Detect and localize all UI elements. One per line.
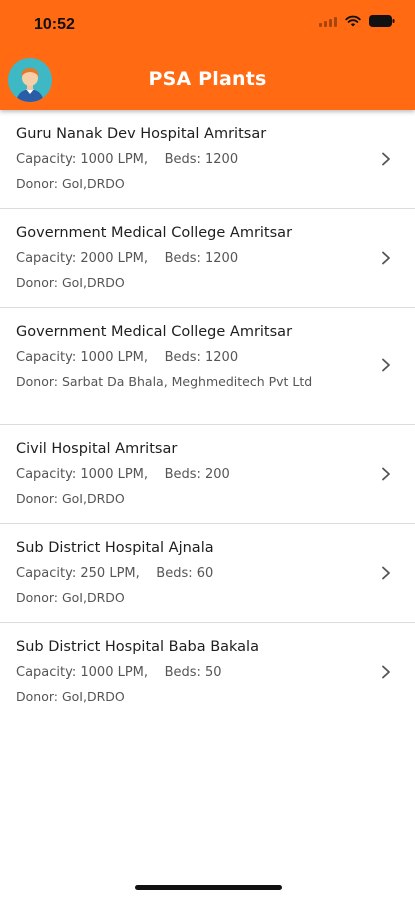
plant-capacity: Capacity: 1000 LPM,	[16, 350, 149, 365]
status-icons	[319, 15, 395, 27]
plant-details: Capacity: 2000 LPM, Beds: 1200	[16, 250, 375, 267]
plant-details: Capacity: 1000 LPM, Beds: 1200	[16, 349, 375, 366]
status-time: 10:52	[34, 16, 75, 33]
plant-details: Capacity: 1000 LPM, Beds: 50	[16, 664, 375, 681]
plant-details: Capacity: 1000 LPM, Beds: 200	[16, 466, 375, 483]
plant-beds: Beds: 50	[164, 665, 222, 680]
plant-capacity: Capacity: 2000 LPM,	[16, 251, 149, 266]
plant-donor: Donor: GoI,DRDO	[16, 176, 125, 191]
battery-icon	[369, 15, 395, 27]
plant-beds: Beds: 60	[156, 566, 214, 581]
plant-details: Capacity: 250 LPM, Beds: 60	[16, 565, 375, 582]
chevron-right-icon	[382, 665, 390, 679]
list-item[interactable]: Sub District Hospital Ajnala Capacity: 2…	[0, 524, 415, 623]
plant-capacity: Capacity: 1000 LPM,	[16, 665, 149, 680]
plant-list: Guru Nanak Dev Hospital Amritsar Capacit…	[0, 110, 415, 722]
list-item[interactable]: Civil Hospital Amritsar Capacity: 1000 L…	[0, 425, 415, 524]
plant-name: Guru Nanak Dev Hospital Amritsar	[16, 126, 267, 142]
plant-capacity: Capacity: 250 LPM,	[16, 566, 140, 581]
plant-capacity: Capacity: 1000 LPM,	[16, 152, 149, 167]
plant-donor: Donor: GoI,DRDO	[16, 590, 125, 605]
home-indicator[interactable]	[135, 885, 282, 890]
plant-beds: Beds: 200	[164, 467, 230, 482]
plant-name: Sub District Hospital Baba Bakala	[16, 639, 259, 655]
list-item[interactable]: Government Medical College Amritsar Capa…	[0, 209, 415, 308]
chevron-right-icon	[382, 467, 390, 481]
wifi-icon	[345, 15, 361, 27]
list-item[interactable]: Guru Nanak Dev Hospital Amritsar Capacit…	[0, 110, 415, 209]
plant-donor: Donor: Sarbat Da Bhala, Meghmeditech Pvt…	[16, 374, 313, 389]
plant-name: Government Medical College Amritsar	[16, 324, 293, 340]
plant-donor: Donor: GoI,DRDO	[16, 689, 125, 704]
plant-details: Capacity: 1000 LPM, Beds: 1200	[16, 151, 375, 168]
app-header: 10:52 PSA Plants	[0, 0, 415, 110]
plant-beds: Beds: 1200	[164, 152, 239, 167]
plant-beds: Beds: 1200	[164, 350, 239, 365]
plant-capacity: Capacity: 1000 LPM,	[16, 467, 149, 482]
list-item[interactable]: Government Medical College Amritsar Capa…	[0, 308, 415, 425]
chevron-right-icon	[382, 358, 390, 372]
chevron-right-icon	[382, 152, 390, 166]
page-title: PSA Plants	[148, 68, 267, 90]
signal-icon	[319, 15, 337, 27]
plant-beds: Beds: 1200	[164, 251, 239, 266]
plant-donor: Donor: GoI,DRDO	[16, 491, 125, 506]
plant-name: Sub District Hospital Ajnala	[16, 540, 214, 556]
plant-donor: Donor: GoI,DRDO	[16, 275, 125, 290]
chevron-right-icon	[382, 251, 390, 265]
plant-name: Government Medical College Amritsar	[16, 225, 293, 241]
chevron-right-icon	[382, 566, 390, 580]
plant-name: Civil Hospital Amritsar	[16, 441, 178, 457]
list-item[interactable]: Sub District Hospital Baba Bakala Capaci…	[0, 623, 415, 722]
